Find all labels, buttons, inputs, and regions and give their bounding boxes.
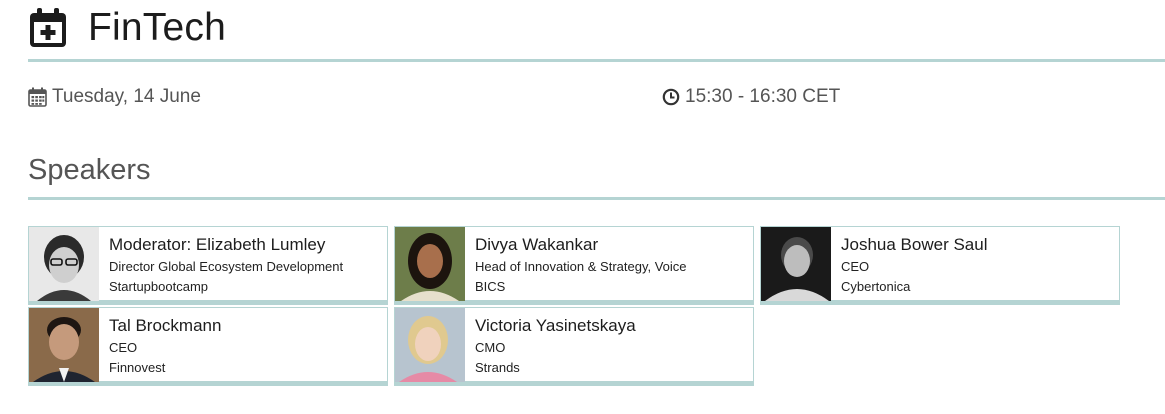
- event-time: 15:30 - 16:30 CET: [662, 86, 840, 108]
- speaker-card[interactable]: Joshua Bower Saul CEO Cybertonica: [760, 226, 1120, 305]
- speaker-name: Joshua Bower Saul: [841, 235, 988, 254]
- speaker-name: Victoria Yasinetskaya: [475, 316, 636, 335]
- speaker-card[interactable]: Moderator: Elizabeth Lumley Director Glo…: [28, 226, 388, 305]
- speaker-name: Moderator: Elizabeth Lumley: [109, 235, 326, 254]
- date-text: Tuesday, 14 June: [52, 86, 201, 107]
- speaker-role: Head of Innovation & Strategy, Voice: [475, 259, 687, 274]
- speaker-role: CMO: [475, 340, 506, 355]
- event-date: Tuesday, 14 June: [28, 86, 201, 108]
- speaker-company: Strands: [475, 360, 520, 375]
- speaker-role: Director Global Ecosystem Development: [109, 259, 344, 274]
- event-header: FinTech: [28, 4, 226, 52]
- speaker-name: Divya Wakankar: [475, 235, 599, 254]
- title-divider: [28, 59, 1165, 62]
- calendar-icon: [28, 87, 47, 107]
- speaker-photo: [29, 227, 99, 301]
- page-title: FinTech: [88, 6, 226, 49]
- speaker-card[interactable]: Victoria Yasinetskaya CMO Strands: [394, 307, 754, 386]
- speaker-company: Finnovest: [109, 360, 166, 375]
- clock-icon: [662, 88, 680, 106]
- speaker-photo: [395, 308, 465, 382]
- time-text: 15:30 - 16:30 CET: [685, 86, 841, 107]
- speaker-name: Tal Brockmann: [109, 316, 222, 335]
- calendar-plus-icon: [30, 8, 66, 47]
- speaker-card[interactable]: Divya Wakankar Head of Innovation & Stra…: [394, 226, 754, 305]
- speaker-company: BICS: [475, 279, 506, 294]
- speakers-heading: Speakers: [28, 154, 151, 186]
- speaker-photo: [395, 227, 465, 301]
- speakers-divider: [28, 197, 1165, 200]
- speaker-photo: [29, 308, 99, 382]
- speaker-role: CEO: [841, 259, 870, 274]
- speaker-photo: [761, 227, 831, 301]
- speaker-card[interactable]: Tal Brockmann CEO Finnovest: [28, 307, 388, 386]
- speaker-role: CEO: [109, 340, 138, 355]
- speaker-company: Cybertonica: [841, 279, 911, 294]
- speaker-company: Startupbootcamp: [109, 279, 209, 294]
